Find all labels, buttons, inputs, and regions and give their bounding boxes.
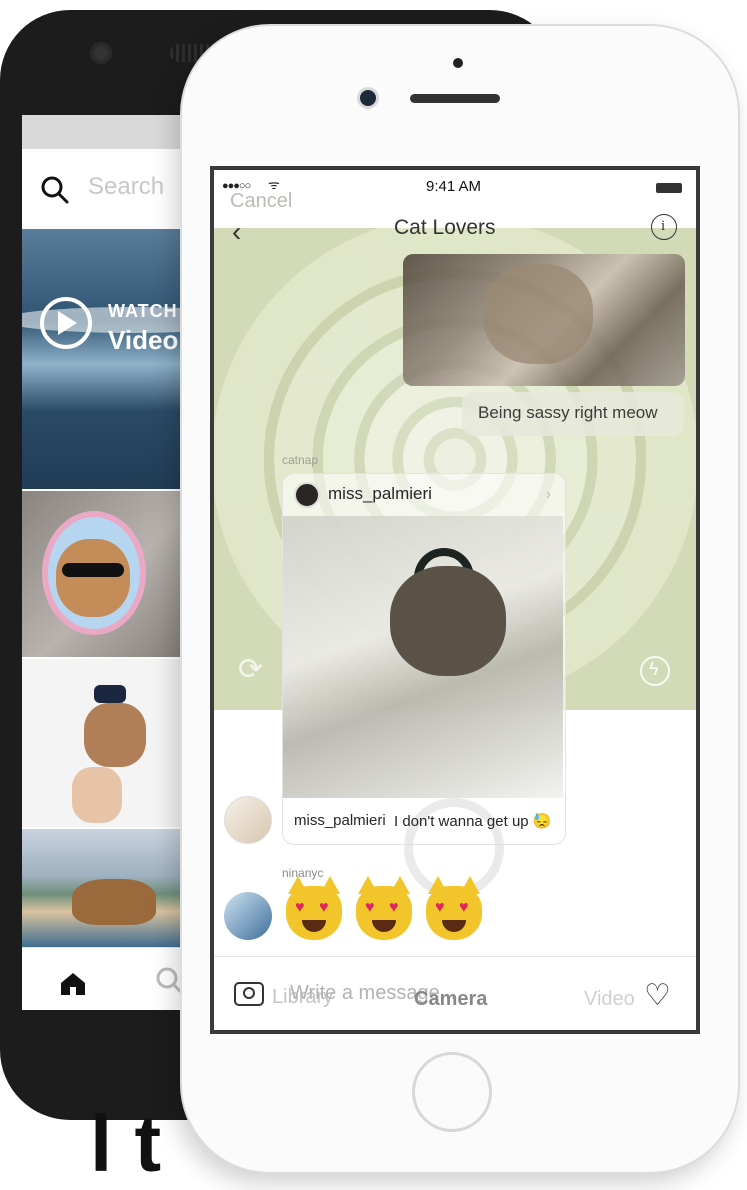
home-icon[interactable] xyxy=(58,971,88,997)
tab-video[interactable]: Video xyxy=(584,988,635,1011)
chevron-left-icon[interactable]: ‹ xyxy=(232,216,241,248)
flash-bolt: ϟ xyxy=(649,659,659,679)
dog xyxy=(84,703,146,767)
cat-photo xyxy=(483,264,593,364)
message-text: Being sassy right meow xyxy=(478,403,658,422)
caption-text: I don't wanna get up 😓 xyxy=(394,813,552,830)
caption-author[interactable]: miss_palmieri xyxy=(294,812,386,829)
search-icon[interactable] xyxy=(40,175,70,205)
iphone-sensor xyxy=(453,58,463,68)
battery-icon xyxy=(656,183,682,193)
photo-message[interactable] xyxy=(403,254,685,386)
avatar[interactable] xyxy=(224,796,272,844)
android-front-camera xyxy=(90,42,112,64)
info-glyph: i xyxy=(661,218,666,234)
heart-eyes-cat-icon: ♥ ♥ xyxy=(286,876,342,940)
direct-thread-screen: ●●●○○ ᯤ 9:41 AM Cancel ‹ Cat Lovers i Be… xyxy=(210,166,700,1034)
play-triangle xyxy=(58,311,77,335)
dog-hat xyxy=(94,685,126,703)
hands xyxy=(72,767,122,823)
heart-eyes-cat-icon: ♥ ♥ xyxy=(426,876,482,940)
status-time: 9:41 AM xyxy=(426,178,482,195)
cat-in-bag xyxy=(390,566,506,676)
post-author[interactable]: miss_palmieri xyxy=(328,484,432,504)
camera-lens xyxy=(243,987,255,999)
avatar[interactable] xyxy=(294,482,320,508)
heart-icon[interactable]: ♡ xyxy=(644,978,671,1013)
iphone-front-camera xyxy=(360,90,376,106)
watch-label: WATCH xyxy=(108,301,178,321)
search-placeholder[interactable]: Search xyxy=(88,173,164,201)
iphone-speaker xyxy=(410,94,500,103)
thread-title: Cat Lovers xyxy=(394,216,496,239)
chevron-right-icon[interactable]: › xyxy=(546,486,551,503)
video-label: Video xyxy=(108,325,179,355)
burger xyxy=(72,879,156,925)
avatar[interactable] xyxy=(224,892,272,940)
home-button[interactable] xyxy=(412,1052,492,1132)
cancel-button[interactable]: Cancel xyxy=(230,190,292,213)
cat-in-mirror xyxy=(56,539,130,617)
partial-headline: l t xyxy=(90,1099,162,1188)
heart-eyes-cat-icon: ♥ ♥ xyxy=(356,876,412,940)
rotate-camera-icon[interactable]: ⟳ xyxy=(238,652,263,687)
sunglasses xyxy=(62,563,124,577)
tab-camera[interactable]: Camera xyxy=(414,988,487,1011)
sender-name: catnap xyxy=(282,453,319,467)
